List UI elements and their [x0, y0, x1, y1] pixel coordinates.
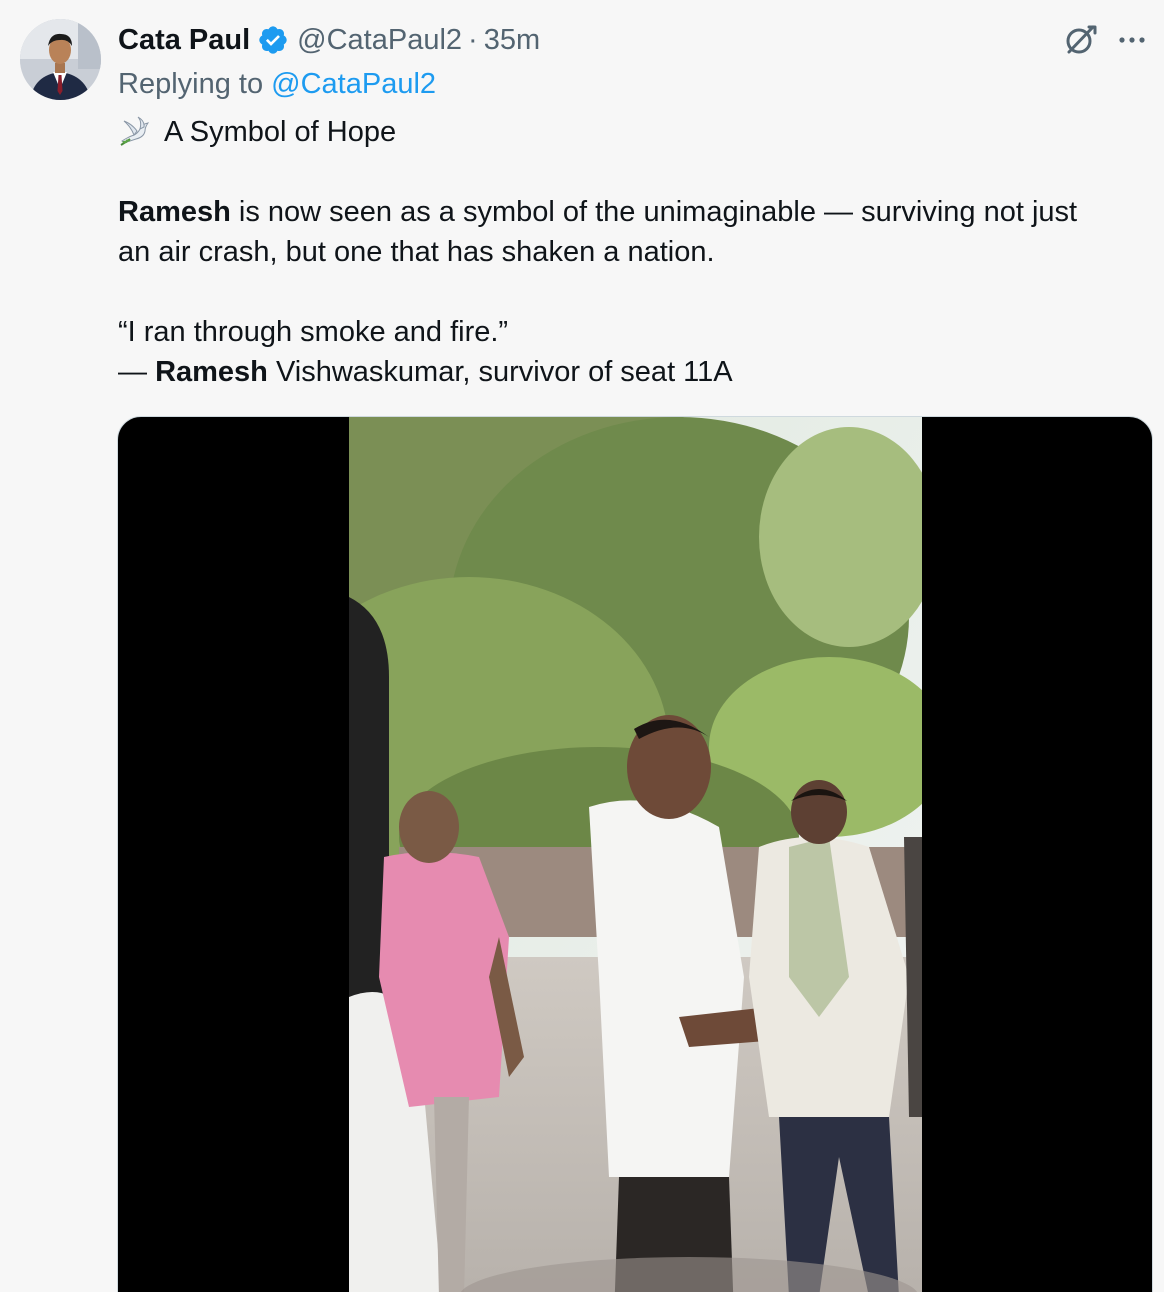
tweet-headline: A Symbol of Hope — [164, 116, 397, 148]
separator-dot: · — [468, 23, 478, 56]
tweet-paragraph-line-2: an air crash, but one that has shaken a … — [118, 236, 715, 268]
replying-to-link[interactable]: @CataPaul2 — [271, 68, 436, 100]
replying-to: Replying to @CataPaul2 — [118, 68, 436, 101]
paragraph-text: is now seen as a symbol of the unimagina… — [230, 196, 1078, 228]
tweet[interactable]: Cata Paul @CataPaul2 · 35m Replying to @… — [0, 0, 1164, 1292]
tweet-quote: “I ran through smoke and fire.” — [118, 316, 509, 348]
tweet-header: Cata Paul @CataPaul2 · 35m — [118, 20, 540, 60]
timestamp[interactable]: 35m — [484, 24, 540, 57]
dove-icon — [118, 115, 154, 147]
tweet-paragraph-line-1: Ramesh is now seen as a symbol of the un… — [118, 192, 1148, 232]
author-handle[interactable]: @CataPaul2 — [297, 24, 462, 57]
attribution-dash: — — [118, 356, 156, 388]
verified-badge-icon[interactable] — [257, 24, 289, 56]
tweet-attribution: — Ramesh Vishwaskumar, survivor of seat … — [118, 352, 1148, 392]
attribution-name: Ramesh — [155, 356, 268, 388]
mention-ramesh: Ramesh — [118, 196, 231, 228]
video-player[interactable] — [117, 416, 1153, 1292]
video-still — [349, 417, 922, 1292]
grok-icon[interactable] — [1062, 22, 1098, 58]
replying-to-label: Replying to — [118, 68, 264, 100]
more-options-icon[interactable] — [1114, 24, 1150, 56]
video-frame[interactable] — [349, 417, 922, 1292]
tweet-headline-line: A Symbol of Hope — [118, 112, 1148, 152]
attribution-rest: Vishwaskumar, survivor of seat 11A — [267, 356, 733, 388]
avatar[interactable] — [20, 19, 101, 100]
tweet-text: A Symbol of Hope Ramesh is now seen as a… — [118, 112, 1148, 392]
avatar-image — [20, 19, 101, 100]
author-name[interactable]: Cata Paul — [118, 24, 250, 57]
